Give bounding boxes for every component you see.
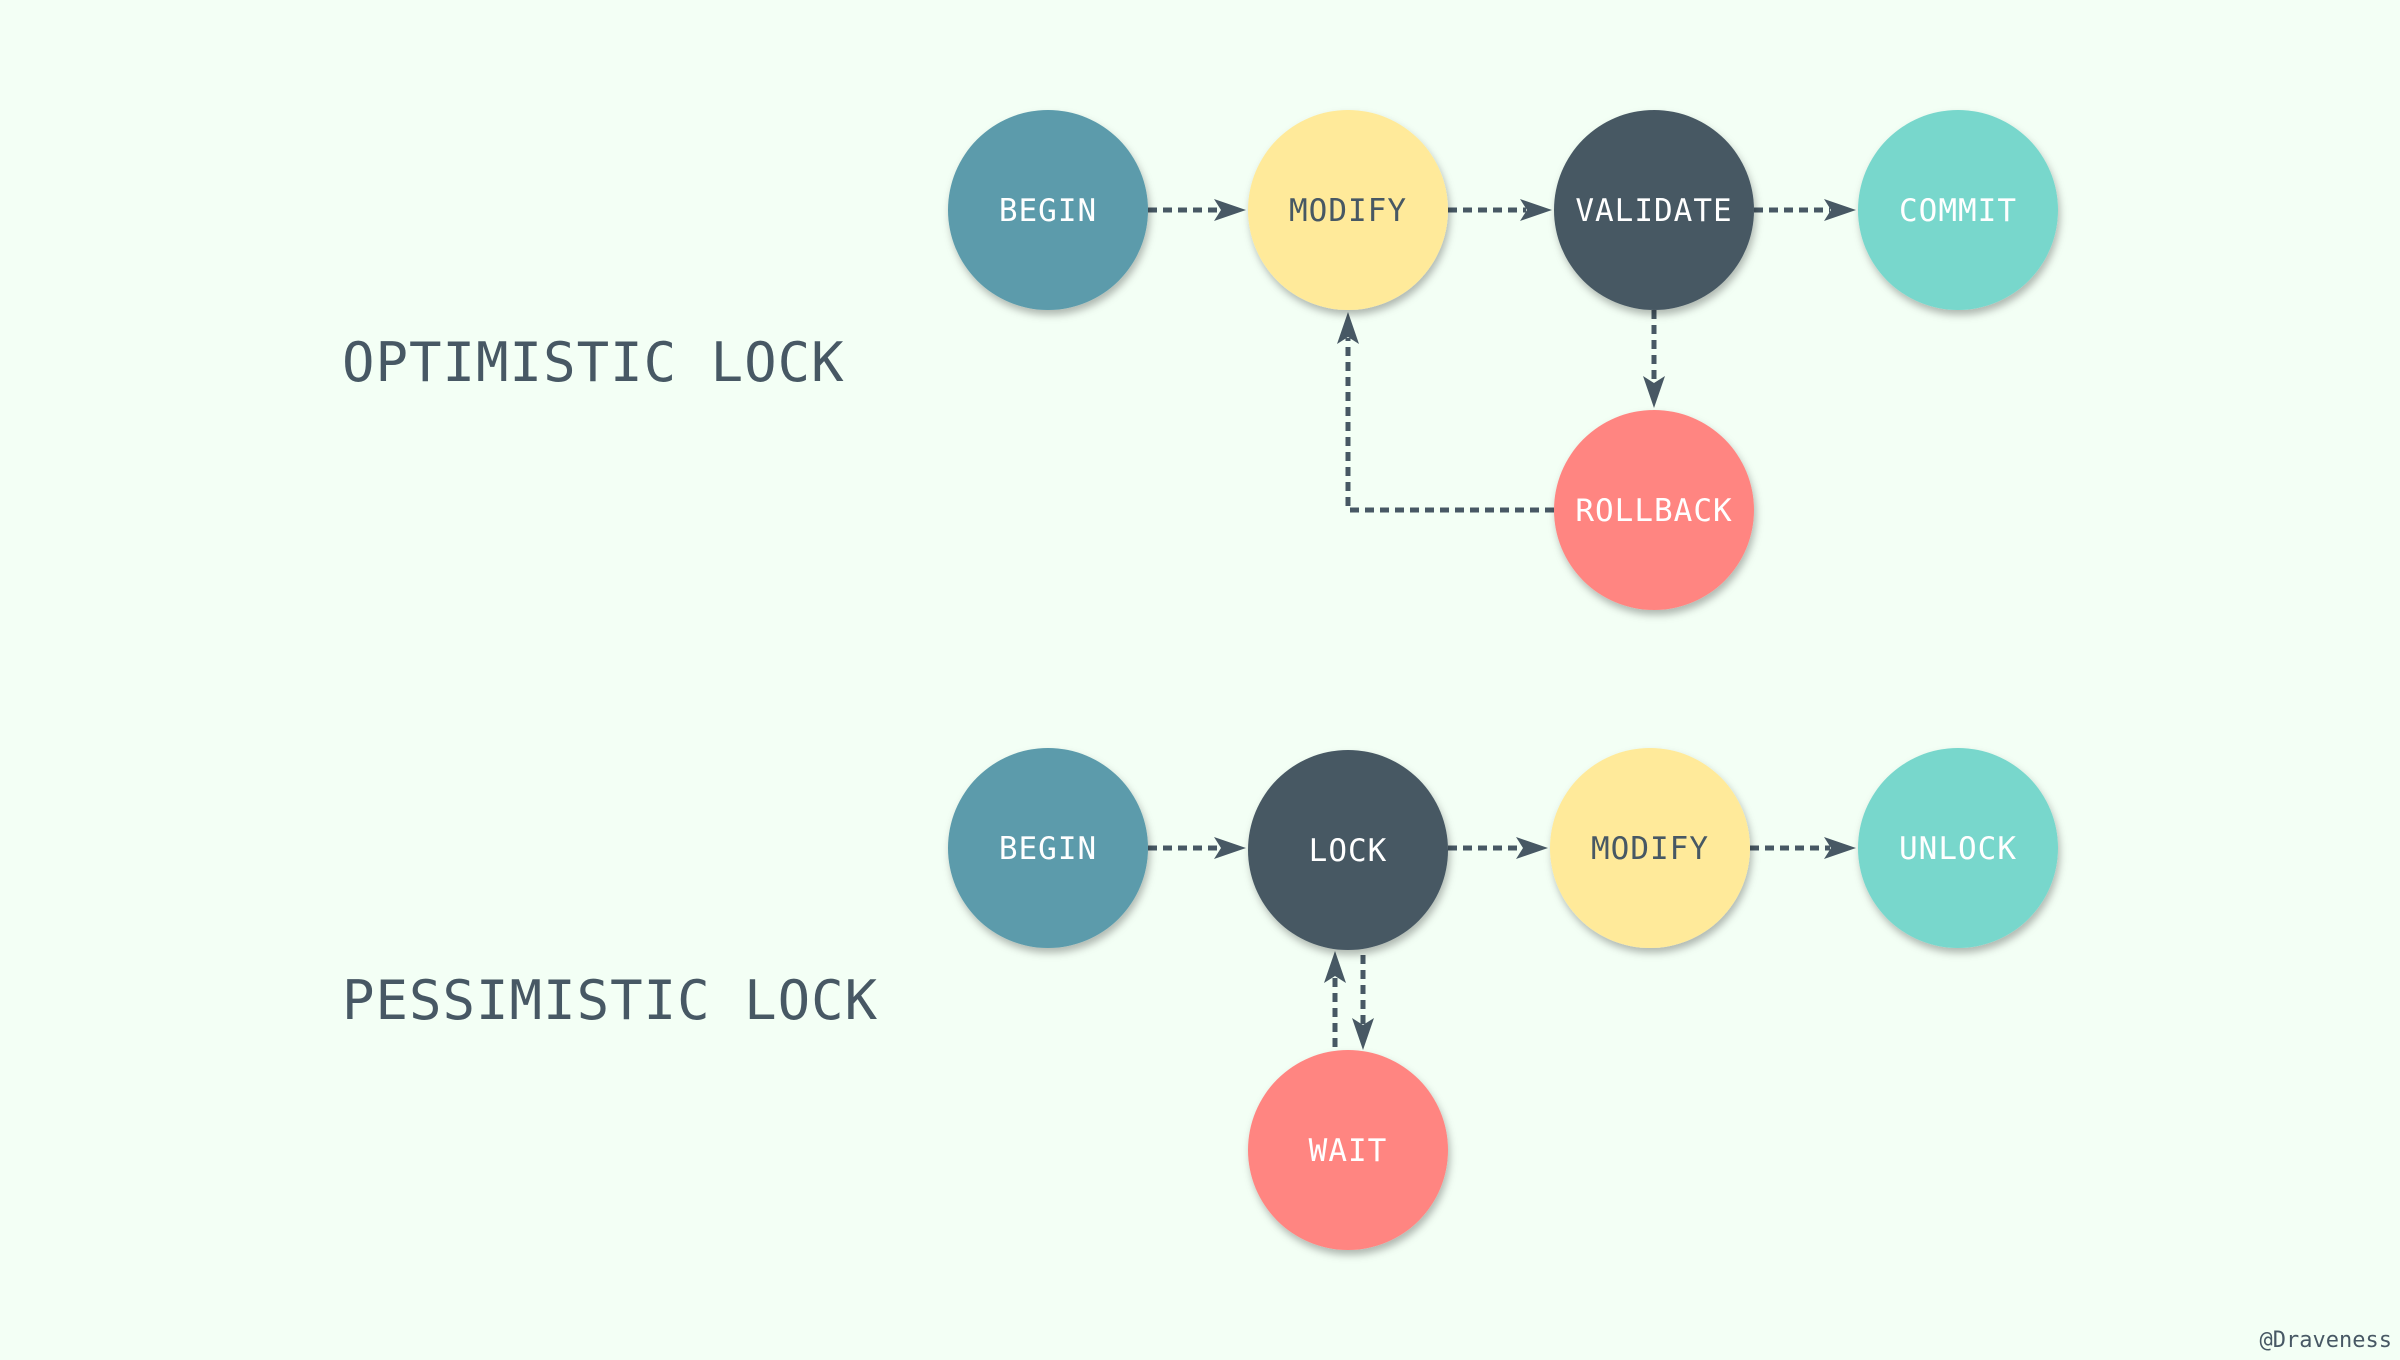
edge-rollback-to-modify-line bbox=[1345, 338, 1554, 513]
pessimistic-node-unlock: UNLOCK bbox=[1858, 748, 2058, 948]
edge-validate-to-commit-head bbox=[1824, 199, 1856, 221]
optimistic-node-validate: VALIDATE bbox=[1554, 110, 1754, 310]
optimistic-node-validate-label: VALIDATE bbox=[1575, 193, 1732, 229]
edge-begin-to-modify-head bbox=[1214, 199, 1246, 221]
edge-modify-to-unlock bbox=[1750, 837, 1856, 859]
edge-validate-to-commit bbox=[1754, 199, 1856, 221]
lock-flow-diagram: BEGIN MODIFY VALIDATE COMMIT ROLLBACK BEGIN LO… bbox=[948, 110, 2058, 1250]
optimistic-node-rollback-label: ROLLBACK bbox=[1575, 493, 1732, 529]
edge-lock-to-wait bbox=[1352, 955, 1374, 1050]
pessimistic-node-begin-label: BEGIN bbox=[999, 831, 1097, 867]
optimistic-node-begin: BEGIN bbox=[948, 110, 1148, 310]
edge-lock-to-modify bbox=[1448, 837, 1548, 859]
edge-begin-to-lock-head bbox=[1214, 837, 1246, 859]
pessimistic-node-lock: LOCK bbox=[1248, 750, 1448, 950]
optimistic-node-modify: MODIFY bbox=[1248, 110, 1448, 310]
pessimistic-node-modify: MODIFY bbox=[1550, 748, 1750, 948]
optimistic-node-rollback: ROLLBACK bbox=[1554, 410, 1754, 610]
optimistic-node-begin-label: BEGIN bbox=[999, 193, 1097, 229]
optimistic-node-commit: COMMIT bbox=[1858, 110, 2058, 310]
pessimistic-node-unlock-label: UNLOCK bbox=[1899, 831, 2017, 867]
pessimistic-node-lock-label: LOCK bbox=[1309, 833, 1388, 869]
edge-begin-to-modify bbox=[1148, 199, 1246, 221]
edge-begin-to-lock bbox=[1148, 837, 1246, 859]
edge-wait-to-lock bbox=[1324, 951, 1346, 1047]
author-watermark: @Draveness bbox=[2259, 1328, 2392, 1353]
pessimistic-node-begin: BEGIN bbox=[948, 748, 1148, 948]
edge-validate-to-rollback-head bbox=[1643, 376, 1665, 408]
edge-modify-to-validate bbox=[1448, 199, 1552, 221]
edge-validate-to-rollback bbox=[1643, 310, 1665, 408]
pessimistic-node-modify-label: MODIFY bbox=[1591, 831, 1709, 867]
pessimistic-node-wait-label: WAIT bbox=[1309, 1133, 1388, 1169]
optimistic-node-commit-label: COMMIT bbox=[1899, 193, 2017, 229]
edge-lock-to-modify-head bbox=[1516, 837, 1548, 859]
optimistic-node-modify-label: MODIFY bbox=[1289, 193, 1407, 229]
edge-rollback-to-modify bbox=[1337, 312, 1554, 513]
pessimistic-node-wait: WAIT bbox=[1248, 1050, 1448, 1250]
